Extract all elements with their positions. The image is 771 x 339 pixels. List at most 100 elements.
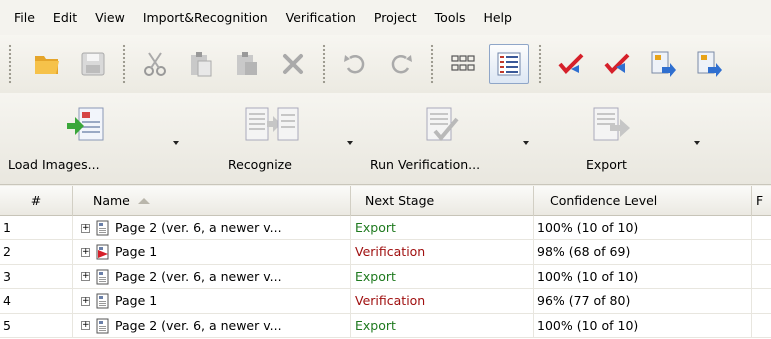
row-confidence-level: 100% (10 of 10) — [534, 216, 752, 240]
menu-import-recognition[interactable]: Import&Recognition — [134, 0, 277, 35]
row-confidence-level: 100% (10 of 10) — [534, 264, 752, 289]
table-row[interactable]: 3 + Page 2 (ver. 6, a newer v... Export 100%… — [0, 264, 771, 290]
expand-icon[interactable]: + — [81, 223, 90, 233]
row-confidence-level: 96% (77 of 80) — [534, 289, 752, 314]
menu-help[interactable]: Help — [474, 0, 521, 35]
row-truncated-cell — [752, 216, 771, 240]
row-name: Page 1 — [115, 293, 158, 309]
run-verification-label: Run Verification... — [370, 157, 481, 172]
column-header-confidence-level[interactable]: Confidence Level — [534, 186, 752, 216]
menu-file[interactable]: File — [0, 0, 44, 35]
send-to-stage-2-icon[interactable] — [689, 44, 729, 84]
page-icon — [96, 293, 109, 309]
menu-tools[interactable]: Tools — [426, 0, 475, 35]
recognize-dropdown-arrow[interactable] — [347, 141, 353, 145]
row-truncated-cell — [752, 265, 771, 289]
menu-view[interactable]: View — [86, 0, 134, 35]
page-flagged-icon — [96, 244, 109, 260]
expand-icon[interactable]: + — [81, 247, 90, 257]
row-truncated-cell — [752, 314, 771, 338]
column-header-name-label: Name — [93, 193, 130, 208]
column-header-number[interactable]: # — [0, 186, 73, 216]
row-next-stage: Export — [351, 264, 534, 289]
expand-icon[interactable]: + — [81, 296, 90, 306]
load-images-icon — [66, 107, 103, 141]
toolbar-separator — [538, 44, 542, 84]
row-number: 1 — [0, 216, 73, 240]
recognize-button[interactable]: Recognize — [210, 93, 330, 185]
load-images-button[interactable]: Load Images... — [8, 93, 135, 185]
row-truncated-cell — [752, 240, 771, 264]
export-label: Export — [586, 157, 627, 172]
row-name-cell: + Page 2 (ver. 6, a newer v... — [73, 216, 351, 240]
menu-edit[interactable]: Edit — [44, 0, 86, 35]
delete-icon[interactable] — [273, 44, 313, 84]
row-number: 2 — [0, 240, 73, 265]
verify-icon[interactable] — [551, 44, 591, 84]
column-header-name[interactable]: Name — [73, 186, 351, 216]
row-name: Page 2 (ver. 6, a newer v... — [115, 317, 282, 333]
row-name: Page 2 (ver. 6, a newer v... — [115, 220, 282, 235]
redo-icon[interactable] — [381, 44, 421, 84]
open-folder-icon[interactable] — [27, 44, 67, 84]
row-name-cell: + Page 1 — [73, 240, 351, 265]
row-number: 3 — [0, 264, 73, 289]
row-name-cell: + Page 2 (ver. 6, a newer v... — [73, 264, 351, 289]
run-verification-dropdown-arrow[interactable] — [523, 141, 529, 145]
row-confidence-level: 98% (68 of 69) — [534, 240, 752, 265]
grid-header: # Name Next Stage Confidence Level F — [0, 186, 771, 216]
expand-icon[interactable]: + — [81, 272, 90, 282]
export-dropdown-arrow[interactable] — [694, 141, 700, 145]
page-icon — [96, 269, 109, 285]
details-view-icon[interactable] — [489, 44, 529, 84]
menu-verification[interactable]: Verification — [277, 0, 365, 35]
row-name-cell: + Page 1 — [73, 289, 351, 314]
page-icon — [96, 318, 109, 334]
table-row[interactable]: 2 + Page 1 Verification 98% (68 of 69) — [0, 240, 771, 265]
row-number: 5 — [0, 313, 73, 338]
toolbar-separator — [430, 44, 434, 84]
thumbnails-view-icon[interactable] — [443, 44, 483, 84]
save-icon[interactable] — [73, 44, 113, 84]
row-name: Page 1 — [115, 244, 158, 260]
export-button[interactable]: Export — [572, 93, 652, 185]
menu-project[interactable]: Project — [365, 0, 426, 35]
menu-bar: File Edit View Import&Recognition Verifi… — [0, 0, 771, 35]
run-verification-icon — [426, 107, 459, 142]
cut-icon[interactable] — [135, 44, 175, 84]
export-icon — [593, 107, 630, 141]
expand-icon[interactable]: + — [81, 321, 90, 331]
load-images-label: Load Images... — [8, 157, 100, 172]
run-verification-button[interactable]: Run Verification... — [370, 93, 510, 185]
recognize-icon — [245, 107, 299, 141]
row-confidence-level: 100% (10 of 10) — [534, 313, 752, 338]
row-next-stage: Export — [351, 313, 534, 338]
documents-grid: # Name Next Stage Confidence Level F 1 + P… — [0, 186, 771, 339]
toolbar-separator — [122, 44, 126, 84]
table-row[interactable]: 1 + Page 2 (ver. 6, a newer v... Export 100%… — [0, 216, 771, 241]
undo-icon[interactable] — [335, 44, 375, 84]
toolbar-separator — [322, 44, 326, 84]
row-next-stage: Verification — [351, 240, 534, 265]
verify-all-icon[interactable] — [597, 44, 637, 84]
load-images-dropdown-arrow[interactable] — [173, 141, 179, 145]
send-to-stage-icon[interactable] — [643, 44, 683, 84]
paste-special-icon[interactable] — [227, 44, 267, 84]
paste-icon[interactable] — [181, 44, 221, 84]
table-row[interactable]: 4 + Page 1 Verification 96% (77 of 80) — [0, 289, 771, 314]
row-name-cell: + Page 2 (ver. 6, a newer v... — [73, 313, 351, 338]
standard-toolbar — [0, 35, 771, 93]
row-number: 4 — [0, 289, 73, 314]
recognize-label: Recognize — [228, 157, 292, 172]
row-name: Page 2 (ver. 6, a newer v... — [115, 268, 282, 284]
table-row[interactable]: 5 + Page 2 (ver. 6, a newer v... Export 100%… — [0, 313, 771, 338]
column-header-next-stage[interactable]: Next Stage — [351, 186, 534, 216]
sort-ascending-icon — [137, 198, 150, 204]
column-header-truncated[interactable]: F — [752, 186, 771, 216]
toolbar-grip[interactable] — [8, 44, 12, 84]
row-next-stage: Verification — [351, 289, 534, 314]
row-next-stage: Export — [351, 216, 534, 240]
page-icon — [96, 220, 109, 236]
row-truncated-cell — [752, 289, 771, 313]
grid-rows: 1 + Page 2 (ver. 6, a newer v... Export 100%… — [0, 216, 771, 338]
